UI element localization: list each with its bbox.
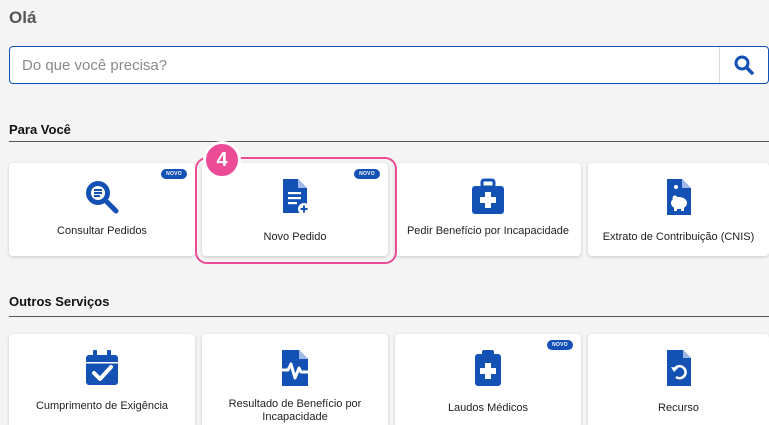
- search-input[interactable]: [10, 47, 720, 83]
- new-document-icon: [279, 177, 311, 217]
- step-number-badge: 4: [203, 141, 241, 179]
- card-label: Pedir Benefício por Incapacidade: [406, 225, 570, 237]
- section-title-outros-servicos: Outros Serviços: [9, 294, 110, 309]
- card-resultado-beneficio[interactable]: Resultado de Benefício por Incapacidade: [202, 334, 388, 425]
- card-label: Laudos Médicos: [447, 402, 529, 414]
- section-title-para-voce: Para Você: [9, 122, 71, 137]
- section-divider: [9, 316, 769, 317]
- card-consultar-pedidos[interactable]: NOVO Consultar Pedidos: [9, 163, 195, 256]
- section-divider: [9, 141, 769, 142]
- calendar-check-icon: [84, 348, 120, 388]
- card-extrato-cnis[interactable]: Extrato de Contribuição (CNIS): [588, 163, 769, 256]
- novo-badge: NOVO: [354, 169, 380, 179]
- card-pedir-beneficio[interactable]: Pedir Benefício por Incapacidade: [395, 163, 581, 256]
- medical-clipboard-icon: [473, 348, 503, 388]
- heartbeat-document-icon: [278, 348, 312, 388]
- card-label: Novo Pedido: [263, 231, 327, 243]
- undo-document-icon: [664, 348, 694, 388]
- card-label: Consultar Pedidos: [57, 225, 147, 237]
- medical-kit-icon: [470, 177, 506, 217]
- card-label: Cumprimento de Exigência: [35, 400, 169, 412]
- novo-badge: NOVO: [547, 340, 573, 350]
- card-laudos-medicos[interactable]: NOVO Laudos Médicos: [395, 334, 581, 425]
- card-recurso[interactable]: Recurso: [588, 334, 769, 425]
- search-document-icon: [82, 177, 122, 217]
- card-label: Extrato de Contribuição (CNIS): [602, 231, 755, 243]
- search-icon: [734, 55, 754, 75]
- search-bar: [9, 46, 769, 84]
- novo-badge: NOVO: [161, 169, 187, 179]
- piggy-bank-document-icon: [663, 177, 695, 217]
- card-label: Recurso: [658, 402, 699, 414]
- card-label: Resultado de Benefício por Incapacidade: [228, 398, 362, 423]
- card-cumprimento-exigencia[interactable]: Cumprimento de Exigência: [9, 334, 195, 425]
- search-button[interactable]: [719, 47, 768, 83]
- greeting-title: Olá: [9, 8, 37, 27]
